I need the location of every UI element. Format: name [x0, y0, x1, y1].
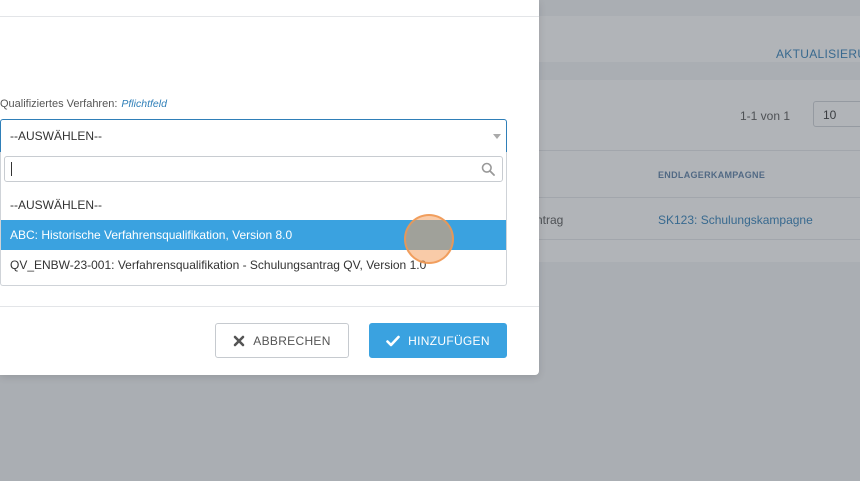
- add-button[interactable]: HINZUFÜGEN: [369, 323, 507, 358]
- click-indicator: [404, 214, 454, 264]
- text-cursor: [11, 162, 12, 176]
- header-divider: [0, 16, 539, 17]
- field-label-text: Qualifiziertes Verfahren:: [0, 98, 118, 110]
- dropdown-search-input[interactable]: [4, 156, 503, 182]
- footer-divider: [0, 306, 539, 307]
- procedure-select[interactable]: --AUSWÄHLEN--: [0, 119, 507, 153]
- add-button-label: HINZUFÜGEN: [408, 333, 490, 348]
- close-icon: [233, 335, 245, 346]
- check-icon: [386, 335, 400, 346]
- cancel-button-label: ABBRECHEN: [253, 333, 331, 348]
- add-procedure-dialog: Qualifiziertes Verfahren: Pflichtfeld --A…: [0, 0, 539, 375]
- field-label-qualified-procedure: Qualifiziertes Verfahren: Pflichtfeld: [0, 98, 167, 110]
- select-current-value: --AUSWÄHLEN--: [10, 129, 102, 143]
- required-hint: Pflichtfeld: [121, 98, 167, 110]
- cancel-button[interactable]: ABBRECHEN: [215, 323, 349, 358]
- search-icon: [481, 162, 495, 176]
- chevron-down-icon[interactable]: [493, 134, 501, 139]
